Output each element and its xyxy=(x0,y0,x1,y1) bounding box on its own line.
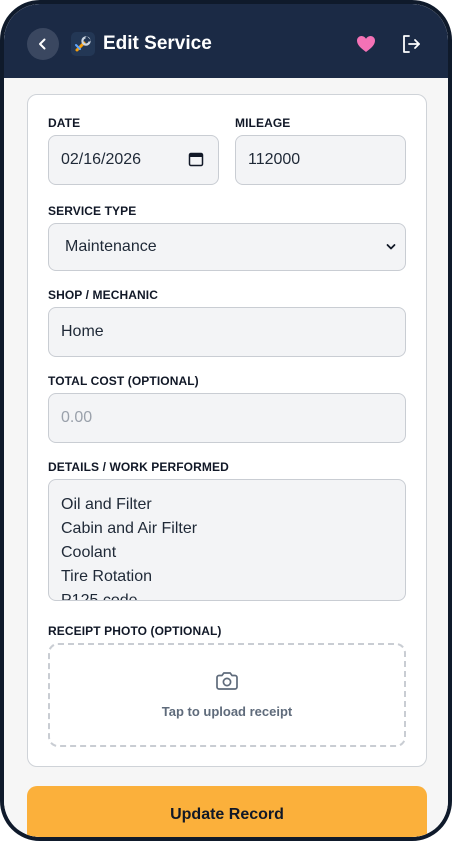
update-record-button[interactable]: Update Record xyxy=(27,786,427,837)
details-line: Cabin and Air Filter xyxy=(61,520,198,537)
upload-text: Tap to upload receipt xyxy=(161,704,293,719)
mileage-input[interactable]: 112000 xyxy=(235,135,406,185)
logout-button[interactable] xyxy=(399,32,423,56)
date-label: DATE xyxy=(48,116,81,130)
shop-label: SHOP / MECHANIC xyxy=(48,288,158,302)
wrench-icon xyxy=(71,32,95,56)
device-frame: Edit Service DATE 02/16/2026 MILEAGE 112… xyxy=(0,0,452,841)
heart-icon xyxy=(357,36,375,52)
content-area: DATE 02/16/2026 MILEAGE 112000 SERVICE T… xyxy=(4,78,448,837)
logout-icon xyxy=(403,35,420,53)
shop-input[interactable]: Home xyxy=(48,307,406,357)
chevron-left-icon xyxy=(39,38,46,50)
chevron-down-icon xyxy=(386,244,396,250)
page-title: Edit Service xyxy=(103,33,212,54)
date-value: 02/16/2026 xyxy=(61,151,142,168)
service-type-select[interactable]: Maintenance xyxy=(48,223,406,271)
details-line: Tire Rotation xyxy=(61,568,152,585)
details-label: DETAILS / WORK PERFORMED xyxy=(48,460,229,474)
details-line: Coolant xyxy=(61,544,117,561)
mileage-label: MILEAGE xyxy=(235,116,291,130)
shop-value: Home xyxy=(61,323,104,340)
service-type-label: SERVICE TYPE xyxy=(48,204,137,218)
total-cost-input[interactable]: 0.00 xyxy=(48,393,406,443)
receipt-label: RECEIPT PHOTO (OPTIONAL) xyxy=(48,624,222,638)
app-header: Edit Service xyxy=(4,4,448,78)
receipt-upload-area[interactable]: Tap to upload receipt xyxy=(48,643,406,747)
favorite-button[interactable] xyxy=(355,33,377,55)
total-cost-label: TOTAL COST (OPTIONAL) xyxy=(48,374,199,388)
total-cost-placeholder: 0.00 xyxy=(61,409,93,426)
app-screen: Edit Service DATE 02/16/2026 MILEAGE 112… xyxy=(4,4,448,837)
camera-icon xyxy=(216,672,238,690)
mileage-value: 112000 xyxy=(248,151,301,168)
back-button[interactable] xyxy=(27,28,59,60)
details-line: Oil and Filter xyxy=(61,496,152,513)
date-input[interactable]: 02/16/2026 xyxy=(48,135,219,185)
service-form-card: DATE 02/16/2026 MILEAGE 112000 SERVICE T… xyxy=(27,94,427,767)
details-line: P125 code xyxy=(61,592,138,601)
details-textarea[interactable]: Oil and Filter Cabin and Air Filter Cool… xyxy=(48,479,406,601)
calendar-icon xyxy=(188,152,204,167)
service-type-value: Maintenance xyxy=(65,238,157,255)
